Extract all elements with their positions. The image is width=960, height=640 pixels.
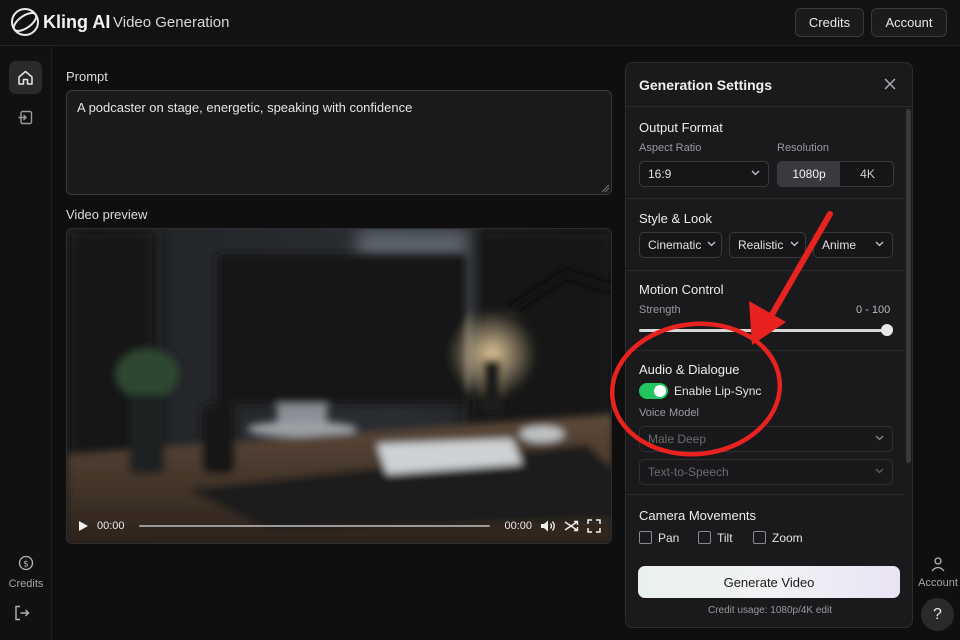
prompt-label: Prompt bbox=[66, 69, 108, 84]
svg-text:$: $ bbox=[23, 560, 29, 570]
video-frame-image bbox=[67, 229, 611, 543]
chevron-down-icon bbox=[875, 241, 884, 247]
strength-slider-track[interactable] bbox=[639, 329, 887, 332]
strength-range-label: 0 - 100 bbox=[856, 304, 891, 316]
voice-model-select[interactable]: Male Deep bbox=[639, 426, 893, 452]
voice-model-label: Voice Model bbox=[639, 407, 699, 419]
prompt-input[interactable]: A podcaster on stage, energetic, speakin… bbox=[66, 90, 612, 195]
panel-scrollbar[interactable] bbox=[906, 109, 911, 463]
rail-credits-label: Credits bbox=[8, 578, 44, 590]
chevron-down-icon bbox=[875, 468, 884, 474]
tts-select[interactable]: Text-to-Speech bbox=[639, 459, 893, 485]
seek-bar[interactable] bbox=[138, 525, 491, 527]
voice-model-value: Male Deep bbox=[648, 432, 707, 446]
style-select-anime[interactable]: Anime bbox=[813, 232, 893, 258]
pan-checkbox[interactable] bbox=[639, 531, 652, 544]
camera-movements-title: Camera Movements bbox=[639, 508, 757, 523]
style-select-realistic[interactable]: Realistic bbox=[729, 232, 806, 258]
style-select-value: Cinematic bbox=[648, 238, 702, 252]
style-look-title: Style & Look bbox=[639, 211, 712, 226]
coin-icon: $ bbox=[18, 555, 34, 571]
audio-dialogue-title: Audio & Dialogue bbox=[639, 362, 740, 377]
logout-button[interactable] bbox=[13, 604, 31, 627]
play-icon[interactable] bbox=[77, 520, 89, 532]
home-nav-button[interactable] bbox=[9, 61, 42, 94]
current-time: 00:00 bbox=[97, 520, 125, 532]
strength-slider-thumb[interactable] bbox=[881, 324, 893, 336]
side-account-label: Account bbox=[918, 577, 958, 589]
tts-value: Text-to-Speech bbox=[648, 465, 729, 479]
style-select-cinematic[interactable]: Cinematic bbox=[639, 232, 722, 258]
resolution-option-4k[interactable]: 4K bbox=[840, 162, 893, 186]
volume-icon[interactable] bbox=[540, 519, 556, 533]
resolution-label: Resolution bbox=[777, 142, 829, 154]
account-button[interactable]: Account bbox=[871, 8, 947, 37]
chevron-down-icon bbox=[707, 241, 716, 247]
page-title: Video Generation bbox=[113, 14, 230, 31]
credits-button[interactable]: Credits bbox=[795, 8, 864, 37]
chevron-down-icon bbox=[751, 170, 760, 176]
user-icon bbox=[931, 557, 945, 572]
resize-handle-icon[interactable] bbox=[600, 183, 610, 193]
lip-sync-label: Enable Lip-Sync bbox=[674, 384, 762, 398]
panel-header: Generation Settings bbox=[626, 63, 912, 107]
help-button[interactable]: ? bbox=[921, 598, 954, 631]
total-time: 00:00 bbox=[504, 520, 532, 532]
brand-name[interactable]: Kling AI bbox=[43, 12, 110, 33]
credit-usage-note: Credit usage: 1080p/4K edit bbox=[708, 605, 832, 616]
style-select-value: Realistic bbox=[738, 238, 784, 252]
close-icon[interactable] bbox=[883, 77, 897, 91]
video-controls: 00:00 00:00 bbox=[67, 509, 611, 543]
logout-icon bbox=[15, 605, 30, 621]
library-nav-button[interactable] bbox=[9, 101, 42, 134]
video-preview-label: Video preview bbox=[66, 207, 148, 222]
rail-credits[interactable]: $ Credits bbox=[0, 555, 52, 590]
aspect-ratio-select[interactable]: 16:9 bbox=[639, 161, 769, 187]
chevron-down-icon bbox=[790, 241, 799, 247]
kling-logo-icon[interactable] bbox=[10, 7, 40, 37]
shuffle-icon[interactable] bbox=[564, 519, 579, 533]
home-icon bbox=[18, 70, 33, 85]
side-account[interactable]: Account bbox=[916, 556, 960, 589]
tilt-label: Tilt bbox=[717, 531, 733, 545]
lip-sync-toggle[interactable] bbox=[639, 383, 668, 399]
fullscreen-icon[interactable] bbox=[587, 519, 601, 533]
strength-label: Strength bbox=[639, 304, 681, 316]
aspect-ratio-value: 16:9 bbox=[648, 167, 672, 181]
chevron-down-icon bbox=[875, 435, 884, 441]
resolution-option-1080p[interactable]: 1080p bbox=[778, 162, 840, 186]
tilt-checkbox[interactable] bbox=[698, 531, 711, 544]
zoom-label: Zoom bbox=[772, 531, 803, 545]
left-rail: $ Credits bbox=[0, 47, 52, 640]
motion-control-title: Motion Control bbox=[639, 282, 724, 297]
output-format-title: Output Format bbox=[639, 120, 723, 135]
import-icon bbox=[18, 110, 33, 125]
aspect-ratio-label: Aspect Ratio bbox=[639, 142, 702, 154]
resolution-toggle: 1080p 4K bbox=[777, 161, 894, 187]
style-select-value: Anime bbox=[822, 238, 857, 252]
pan-label: Pan bbox=[658, 531, 680, 545]
top-bar: Kling AI Video Generation Credits Accoun… bbox=[0, 0, 960, 46]
panel-title: Generation Settings bbox=[639, 77, 773, 93]
generate-video-button[interactable]: Generate Video bbox=[638, 566, 900, 598]
video-player[interactable]: 00:00 00:00 bbox=[66, 228, 612, 544]
zoom-checkbox[interactable] bbox=[753, 531, 766, 544]
generation-settings-panel: Generation Settings Output Format Aspect… bbox=[625, 62, 913, 628]
